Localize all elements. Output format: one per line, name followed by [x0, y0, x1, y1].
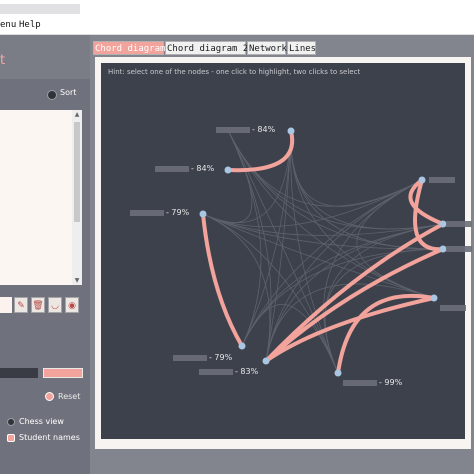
list-scrollbar[interactable]: ▲ ▼: [72, 110, 82, 285]
menu-bar: enu Help: [0, 18, 474, 35]
node-score: - 83%: [235, 367, 259, 376]
eye-closed-icon: ◡: [51, 301, 59, 311]
threshold-slider-range[interactable]: [43, 368, 83, 378]
trash-icon: 🗑: [32, 301, 44, 311]
hide-button[interactable]: ◡: [48, 297, 62, 313]
node-score: - 84%: [252, 125, 276, 134]
node-label-1: - 84%: [216, 125, 275, 134]
delete-button[interactable]: 🗑: [31, 297, 45, 313]
left-sidebar: t Sort ▲ ▼ ✎ 🗑 ◡ ◉ Reset Chess view Stud…: [0, 35, 90, 474]
tab-chord-diagram[interactable]: Chord diagram: [93, 41, 165, 55]
edit-button[interactable]: ✎: [14, 297, 28, 313]
app-title: t: [0, 53, 6, 68]
node-2[interactable]: [224, 166, 232, 174]
node-label-5: - 83%: [199, 367, 258, 376]
node-label-3: - 79%: [130, 208, 189, 217]
tab-chord-diagram-2[interactable]: Chord diagram 2: [165, 41, 248, 55]
filter-input[interactable]: [0, 297, 12, 313]
node-5[interactable]: [262, 357, 270, 365]
sort-label: Sort: [60, 88, 77, 97]
node-6[interactable]: [334, 369, 342, 377]
menu-item-help[interactable]: Help: [19, 20, 41, 30]
pencil-icon: ✎: [17, 301, 25, 311]
node-3[interactable]: [199, 210, 207, 218]
tab-lines[interactable]: Lines: [287, 41, 316, 55]
name-redacted: [173, 354, 207, 361]
node-7[interactable]: [418, 176, 426, 184]
threshold-slider-track[interactable]: [0, 368, 38, 378]
name-redacted: [155, 165, 189, 172]
menu-item-menu[interactable]: enu: [0, 20, 16, 30]
node-label-8-redacted: [446, 221, 472, 227]
node-1[interactable]: [287, 127, 295, 135]
sort-checkbox[interactable]: [47, 90, 57, 100]
node-label-2: - 84%: [155, 164, 214, 173]
node-label-10-redacted: [440, 305, 466, 311]
reset-radio-icon[interactable]: [45, 392, 54, 401]
scrollbar-thumb[interactable]: [74, 122, 80, 222]
name-redacted: [130, 209, 164, 216]
student-names-checkbox[interactable]: [7, 434, 15, 442]
student-list[interactable]: [0, 110, 72, 285]
node-label-6: - 99%: [343, 378, 402, 387]
node-4[interactable]: [238, 342, 246, 350]
chess-view-label: Chess view: [19, 417, 64, 426]
show-button[interactable]: ◉: [65, 297, 79, 313]
chord-diagram[interactable]: [101, 63, 465, 439]
scroll-down-icon[interactable]: ▼: [72, 277, 82, 284]
reset-button[interactable]: Reset: [58, 392, 80, 401]
node-10[interactable]: [430, 294, 438, 302]
window-title-redacted: [0, 4, 80, 14]
sidebar-header: t: [0, 35, 90, 79]
name-redacted: [199, 368, 233, 375]
student-names-label: Student names: [19, 433, 80, 442]
node-score: - 84%: [191, 164, 215, 173]
scroll-up-icon[interactable]: ▲: [72, 111, 82, 118]
node-score: - 99%: [379, 378, 403, 387]
eye-icon: ◉: [68, 301, 76, 311]
node-score: - 79%: [209, 353, 233, 362]
name-redacted: [216, 126, 250, 133]
node-label-4: - 79%: [173, 353, 232, 362]
chess-view-checkbox[interactable]: [7, 418, 15, 426]
tab-network[interactable]: Network: [247, 41, 287, 55]
window-titlebar: [0, 0, 474, 18]
node-label-7-redacted: [429, 177, 455, 183]
node-label-9-redacted: [446, 246, 472, 252]
node-score: - 79%: [166, 208, 190, 217]
name-redacted: [343, 379, 377, 386]
